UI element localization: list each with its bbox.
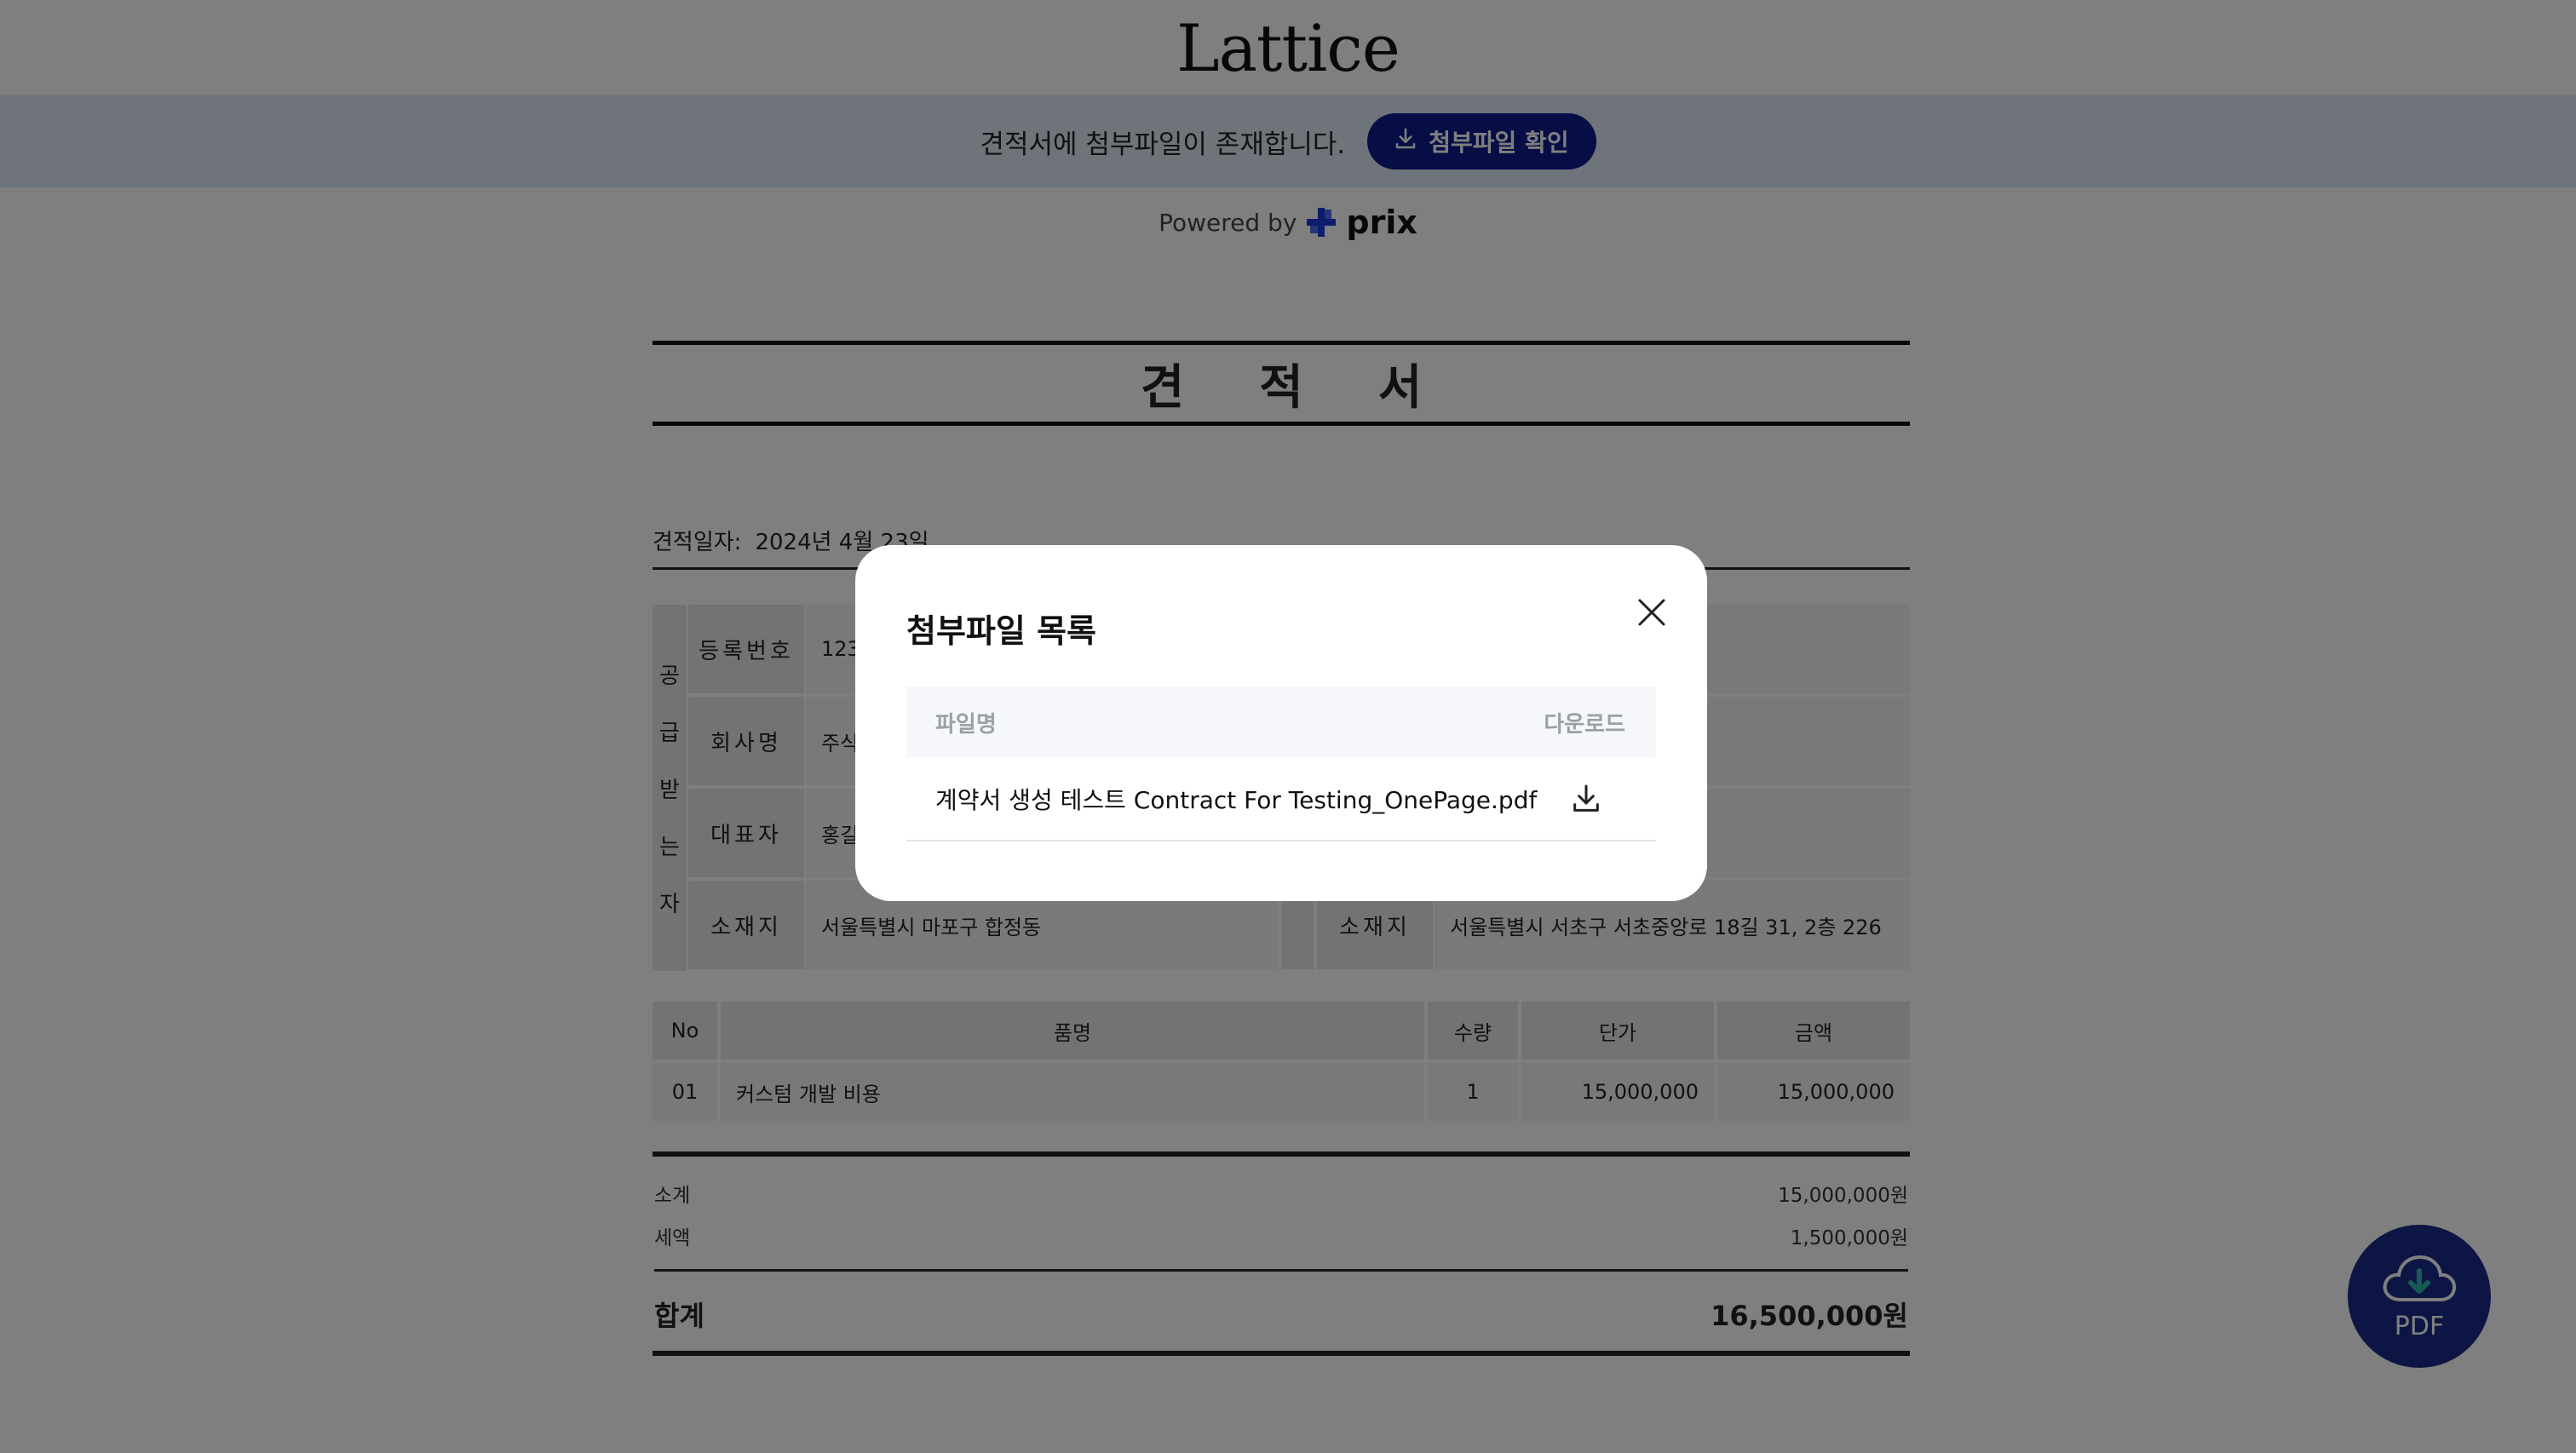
- attachment-table-header: 파일명 다운로드: [906, 686, 1656, 758]
- attachment-row: 계약서 생성 테스트 Contract For Testing_OnePage.…: [906, 758, 1656, 841]
- close-icon[interactable]: [1627, 588, 1676, 637]
- modal-title: 첨부파일 목록: [906, 612, 1096, 650]
- download-icon[interactable]: [1566, 778, 1607, 819]
- download-column-header: 다운로드: [1544, 711, 1625, 738]
- filename-column-header: 파일명: [935, 711, 997, 738]
- attachment-filename: 계약서 생성 테스트 Contract For Testing_OnePage.…: [935, 786, 1538, 814]
- attachment-list-modal: 첨부파일 목록 파일명 다운로드 계약서 생성 테스트 Contract For…: [855, 545, 1707, 901]
